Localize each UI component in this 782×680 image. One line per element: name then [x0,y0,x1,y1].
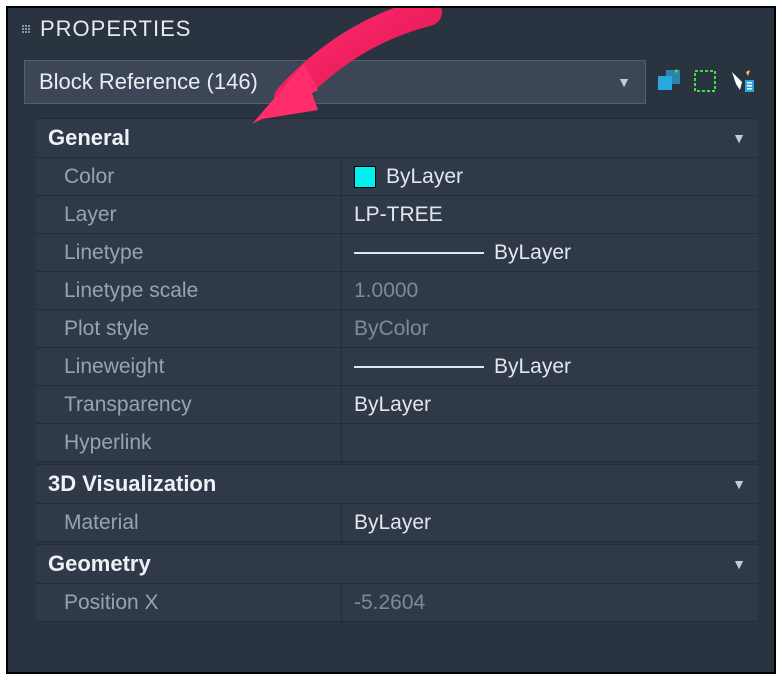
material-value-text: ByLayer [354,511,431,535]
toolbar-icons [654,66,758,98]
row-label: Position X [36,584,342,621]
row-material[interactable]: Material ByLayer [36,504,758,542]
selector-value: Block Reference (146) [39,69,258,95]
row-label: Linetype [36,234,342,271]
toggle-pickadd-icon[interactable] [654,66,686,98]
row-label: Linetype scale [36,272,342,309]
chevron-down-icon: ▼ [732,556,746,572]
row-value[interactable]: 1.0000 [342,272,758,309]
chevron-down-icon: ▼ [732,476,746,492]
row-value[interactable]: ByLayer [342,504,758,541]
select-objects-icon[interactable] [690,66,722,98]
object-type-selector[interactable]: Block Reference (146) ▼ [24,60,646,104]
row-hyperlink[interactable]: Hyperlink [36,424,758,462]
row-value[interactable]: ByLayer [342,348,758,385]
row-value[interactable] [342,424,758,461]
color-swatch [354,166,376,188]
row-value[interactable]: ByLayer [342,386,758,423]
row-label: Hyperlink [36,424,342,461]
row-value[interactable]: ByLayer [342,234,758,271]
plotstyle-value-text: ByColor [354,317,429,341]
row-lineweight[interactable]: Lineweight ByLayer [36,348,758,386]
panel-header: PROPERTIES [8,8,774,60]
properties-panel: PROPERTIES Block Reference (146) ▼ [6,6,776,674]
row-transparency[interactable]: Transparency ByLayer [36,386,758,424]
row-linetype-scale[interactable]: Linetype scale 1.0000 [36,272,758,310]
row-value[interactable]: ByColor [342,310,758,347]
section-geometry: Geometry ▼ Position X -5.2604 [36,544,758,622]
section-general: General ▼ Color ByLayer Layer LP-TREE Li… [36,118,758,462]
layer-value-text: LP-TREE [354,203,443,227]
linetype-value-text: ByLayer [494,241,571,265]
section-geometry-header[interactable]: Geometry ▼ [36,545,758,584]
row-value[interactable]: LP-TREE [342,196,758,233]
row-label: Layer [36,196,342,233]
row-position-x[interactable]: Position X -5.2604 [36,584,758,622]
section-3d-header[interactable]: 3D Visualization ▼ [36,465,758,504]
chevron-down-icon: ▼ [732,130,746,146]
row-layer[interactable]: Layer LP-TREE [36,196,758,234]
lineweight-preview [354,366,484,368]
row-label: Transparency [36,386,342,423]
section-title: Geometry [48,551,151,577]
section-general-header[interactable]: General ▼ [36,119,758,158]
quick-select-icon[interactable] [726,66,758,98]
row-color[interactable]: Color ByLayer [36,158,758,196]
section-title: 3D Visualization [48,471,216,497]
row-label: Material [36,504,342,541]
panel-title: PROPERTIES [40,16,191,42]
selector-row: Block Reference (146) ▼ [8,60,774,118]
lineweight-value-text: ByLayer [494,355,571,379]
section-3d-visualization: 3D Visualization ▼ Material ByLayer [36,464,758,542]
grip-icon[interactable] [22,21,32,37]
ltscale-value-text: 1.0000 [354,279,418,303]
row-label: Plot style [36,310,342,347]
transparency-value-text: ByLayer [354,393,431,417]
row-label: Color [36,158,342,195]
chevron-down-icon: ▼ [617,74,631,90]
section-title: General [48,125,130,151]
row-value[interactable]: ByLayer [342,158,758,195]
posx-value-text: -5.2604 [354,591,425,615]
row-label: Lineweight [36,348,342,385]
row-linetype[interactable]: Linetype ByLayer [36,234,758,272]
row-value[interactable]: -5.2604 [342,584,758,621]
color-value-text: ByLayer [386,165,463,189]
linetype-preview [354,252,484,254]
row-plot-style[interactable]: Plot style ByColor [36,310,758,348]
